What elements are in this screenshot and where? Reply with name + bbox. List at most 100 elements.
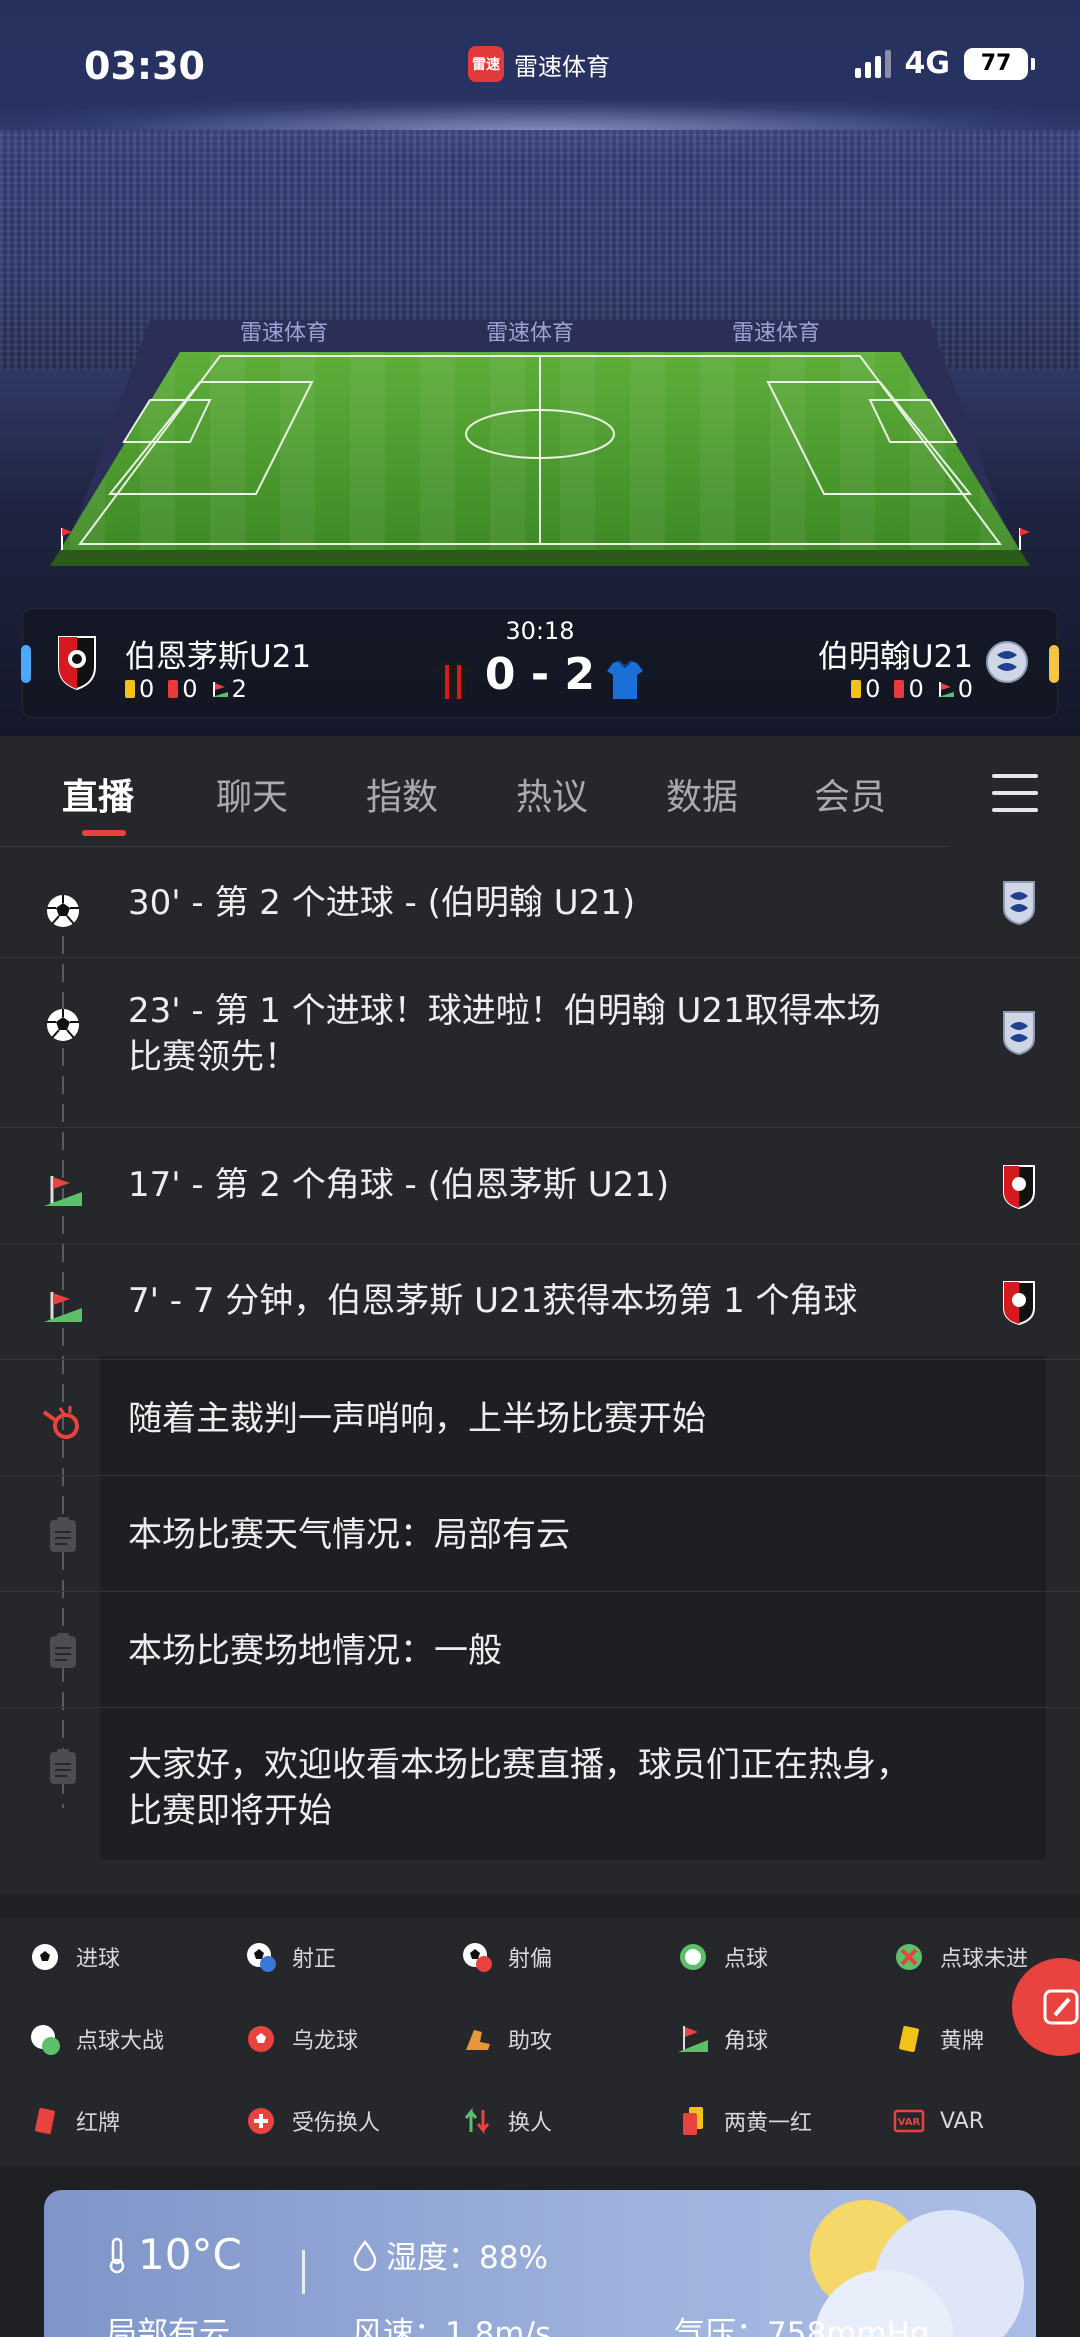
humidity-value: 湿度：88% xyxy=(386,2240,548,2276)
live-commentary-feed: 30' - 第 2 个进球 - (伯明翰 U21) 23' - 第 1 个进球！… xyxy=(0,848,1080,1894)
scoreboard[interactable]: 伯恩茅斯U21 0 0 2 30:18 0 - 2 伯明翰U21 0 0 0 xyxy=(21,608,1059,718)
legend-label: VAR xyxy=(940,2108,984,2134)
yellow-card-icon xyxy=(851,680,862,698)
legend-label: 受伤换人 xyxy=(292,2111,381,2136)
legend-second-yellow: 两黄一红 xyxy=(676,2104,812,2138)
event-text-line-1: 23' - 第 1 个进球！球进啦！伯明翰 U21取得本场 xyxy=(128,991,881,1031)
event-text-line-2: 比赛领先！ xyxy=(128,1037,298,1077)
legend-goal: 进球 xyxy=(28,1940,120,1974)
list-item[interactable]: 7' - 7 分钟，伯恩茅斯 U21获得本场第 1 个角球 xyxy=(0,1244,1080,1360)
network-type: 4G xyxy=(904,46,951,81)
list-item[interactable]: 23' - 第 1 个进球！球进啦！伯明翰 U21取得本场 比赛领先！ xyxy=(0,958,1080,1128)
away-red-count: 0 xyxy=(908,675,924,703)
clipboard-icon xyxy=(50,1633,76,1668)
list-item[interactable]: 本场比赛场地情况：一般 xyxy=(0,1592,1080,1708)
board-ad-1: 雷速体育 xyxy=(240,321,328,346)
shot-off-target-icon xyxy=(463,1943,492,1972)
list-item[interactable]: 随着主裁判一声哨响，上半场比赛开始 xyxy=(0,1360,1080,1476)
list-item[interactable]: 大家好，欢迎收看本场比赛直播，球员们正在热身， 比赛即将开始 xyxy=(0,1708,1080,1878)
app-logo: 雷速 xyxy=(468,46,504,82)
legend-label: 助攻 xyxy=(508,2029,553,2054)
weather-condition: 局部有云 xyxy=(106,2316,230,2337)
status-time: 03:30 xyxy=(84,44,205,88)
whistle-icon xyxy=(42,1406,79,1439)
own-goal-icon xyxy=(248,2026,274,2052)
clipboard-icon xyxy=(50,1749,76,1784)
event-legend: 进球 射正 射偏 点球 点球未进 点球大战 乌龙球 助攻 角球 黄牌 红牌 受伤… xyxy=(0,1918,1080,2166)
away-team-stats: 0 0 0 xyxy=(851,675,973,703)
penalty-shootout-icon xyxy=(31,2025,60,2055)
tab-live[interactable]: 直播 xyxy=(62,768,134,820)
svg-text:VAR: VAR xyxy=(898,2117,921,2128)
weather-divider xyxy=(302,2250,305,2294)
event-text-line-1: 大家好，欢迎收看本场比赛直播，球员们正在热身， xyxy=(128,1745,910,1785)
weather-pressure: 气压：758mmHg xyxy=(674,2316,930,2337)
assist-icon xyxy=(466,2030,490,2050)
app-brand: 雷速 雷速体育 xyxy=(468,46,610,82)
legend-label: 点球 xyxy=(724,1947,769,1972)
humidity-drop-icon xyxy=(353,2239,377,2271)
birmingham-crest-icon[interactable] xyxy=(983,633,1031,691)
stadium-header: 雷速体育 雷速体育 雷速体育 03:30 雷速 雷速体育 4G 77 伯恩茅斯U… xyxy=(0,0,1080,736)
legend-shot-on-target: 射正 xyxy=(244,1940,336,1974)
away-kit-icon xyxy=(607,660,643,699)
legend-red-card: 红牌 xyxy=(28,2104,120,2138)
legend-penalty-missed: 点球未进 xyxy=(892,1940,1028,1974)
event-text: 本场比赛天气情况：局部有云 xyxy=(128,1515,570,1555)
legend-label: 点球大战 xyxy=(76,2029,165,2054)
legend-label: 两黄一红 xyxy=(724,2111,813,2136)
legend-var: VAR VAR xyxy=(892,2104,984,2138)
bournemouth-crest-icon xyxy=(1003,1281,1035,1326)
menu-icon[interactable] xyxy=(992,774,1038,812)
board-ad-2: 雷速体育 xyxy=(486,321,574,346)
app-name: 雷速体育 xyxy=(514,52,610,81)
corner-flag-icon xyxy=(937,682,954,697)
event-text: 30' - 第 2 个进球 - (伯明翰 U21) xyxy=(128,883,636,923)
goal-icon xyxy=(47,1009,79,1041)
penalty-missed-icon xyxy=(896,1944,922,1970)
weather-wind: 风速：1.8m/s xyxy=(352,2316,552,2337)
second-yellow-red-icon xyxy=(683,2107,703,2135)
legend-penalty-shootout: 点球大战 xyxy=(28,2022,164,2056)
legend-label: 黄牌 xyxy=(940,2029,985,2054)
birmingham-crest-icon xyxy=(1003,1011,1035,1056)
tab-odds[interactable]: 指数 xyxy=(366,768,438,820)
legend-label: 射正 xyxy=(292,1947,337,1972)
legend-label: 角球 xyxy=(724,2029,769,2054)
legend-label: 换人 xyxy=(508,2111,553,2136)
legend-label: 点球未进 xyxy=(940,1947,1029,1972)
tab-membership[interactable]: 会员 xyxy=(814,768,886,820)
event-text: 17' - 第 2 个角球 - (伯恩茅斯 U21) xyxy=(128,1165,670,1205)
event-text: 本场比赛场地情况：一般 xyxy=(128,1631,502,1671)
legend-own-goal: 乌龙球 xyxy=(244,2022,358,2056)
event-text: 7' - 7 分钟，伯恩茅斯 U21获得本场第 1 个角球 xyxy=(128,1281,858,1321)
event-text: 随着主裁判一声哨响，上半场比赛开始 xyxy=(128,1399,706,1439)
away-corner-count: 0 xyxy=(957,675,973,703)
legend-yellow-card: 黄牌 xyxy=(892,2022,984,2056)
bournemouth-crest-icon xyxy=(1003,1165,1035,1210)
legend-injury-sub: 受伤换人 xyxy=(244,2104,380,2138)
list-item[interactable]: 本场比赛天气情况：局部有云 xyxy=(0,1476,1080,1592)
event-text: 大家好，欢迎收看本场比赛直播，球员们正在热身， 比赛即将开始 xyxy=(128,1742,910,1834)
away-team-name[interactable]: 伯明翰U21 xyxy=(818,631,973,676)
penalty-icon xyxy=(680,1944,706,1970)
list-item[interactable]: 17' - 第 2 个角球 - (伯恩茅斯 U21) xyxy=(0,1128,1080,1244)
corner-icon xyxy=(678,2026,708,2052)
tab-discussion[interactable]: 热议 xyxy=(516,768,588,820)
weather-card: 10°C 湿度：88% 局部有云 风速：1.8m/s 气压：758mmHg xyxy=(44,2190,1036,2337)
active-tab-indicator xyxy=(82,830,126,836)
signal-icon xyxy=(854,49,891,78)
clipboard-icon xyxy=(50,1517,76,1552)
var-icon: VAR xyxy=(893,2109,925,2133)
event-text-line-2: 比赛即将开始 xyxy=(128,1791,332,1831)
substitution-icon xyxy=(464,2107,490,2135)
tab-data[interactable]: 数据 xyxy=(666,768,738,820)
legend-shot-off-target: 射偏 xyxy=(460,1940,552,1974)
thermometer-icon xyxy=(109,2237,125,2273)
board-ad-3: 雷速体育 xyxy=(732,321,820,346)
tab-chat[interactable]: 聊天 xyxy=(216,768,288,820)
list-item[interactable]: 30' - 第 2 个进球 - (伯明翰 U21) xyxy=(0,848,1080,958)
corner-icon xyxy=(44,1176,82,1206)
goal-icon xyxy=(32,1944,58,1970)
birmingham-crest-icon xyxy=(1003,881,1035,926)
